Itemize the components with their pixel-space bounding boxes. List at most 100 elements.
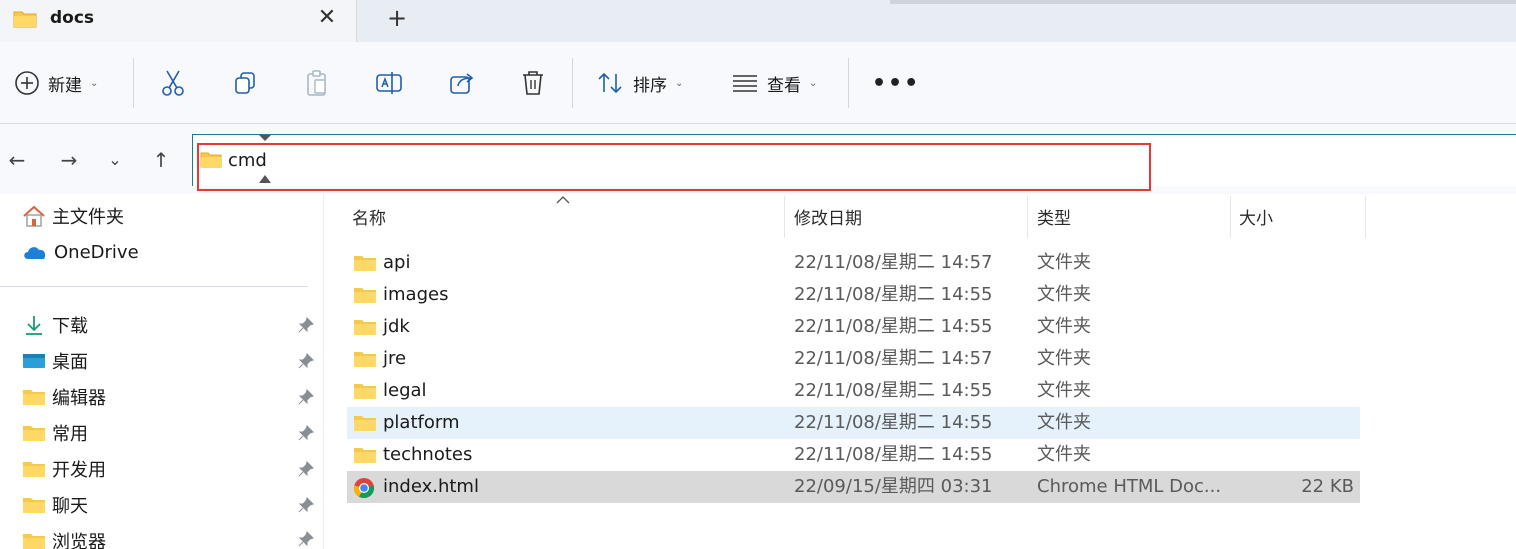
folder-icon — [354, 320, 376, 335]
new-button[interactable]: 新建 ⌄ — [14, 42, 98, 124]
sidebar-item-label: 编辑器 — [52, 388, 106, 409]
command-bar: 新建 ⌄ 排序 ⌄ 查看 ⌄ ••• — [0, 42, 1516, 124]
copy-button[interactable] — [232, 42, 258, 124]
column-header-name[interactable]: 名称 — [352, 194, 386, 238]
file-name: technotes — [383, 444, 473, 465]
up-arrow-icon[interactable]: ↑ — [149, 148, 173, 172]
share-icon — [450, 73, 474, 94]
more-icon: ••• — [872, 70, 921, 96]
sort-button[interactable]: 排序 ⌄ — [597, 42, 683, 124]
file-name: index.html — [383, 476, 479, 497]
tab-docs[interactable]: docs ✕ — [0, 0, 357, 42]
sidebar-item-label: 聊天 — [52, 496, 88, 517]
sidebar-item-editors[interactable]: 编辑器 — [22, 382, 106, 412]
share-button[interactable] — [448, 42, 476, 124]
column-divider[interactable] — [1027, 196, 1028, 238]
sort-icon — [598, 72, 622, 94]
file-row[interactable]: index.html 22/09/15/星期四 03:31 Chrome HTM… — [347, 471, 1360, 503]
text-cursor-top-icon — [259, 135, 271, 141]
navigation-pane: 主文件夹 OneDrive 下载 桌面 编辑器 常用 开发用 聊天 浏览器 — [0, 194, 323, 549]
rename-icon — [376, 72, 402, 94]
sort-label: 排序 — [633, 75, 667, 96]
desktop-icon — [23, 354, 45, 368]
file-date: 22/11/08/星期二 14:55 — [794, 444, 993, 465]
sidebar-item-label: 浏览器 — [52, 532, 106, 549]
chevron-down-icon: ⌄ — [675, 77, 684, 89]
file-date: 22/11/08/星期二 14:55 — [794, 284, 993, 305]
sidebar-item-common[interactable]: 常用 — [22, 418, 88, 448]
pin-icon[interactable] — [297, 424, 315, 442]
sidebar-item-home[interactable]: 主文件夹 — [22, 201, 124, 231]
column-header-type[interactable]: 类型 — [1037, 194, 1071, 238]
sidebar-item-desktop[interactable]: 桌面 — [22, 346, 88, 376]
chrome-icon — [353, 478, 375, 499]
view-label: 查看 — [767, 75, 801, 96]
file-name: jre — [383, 348, 407, 369]
folder-icon — [354, 256, 376, 271]
sidebar-item-label: 开发用 — [52, 460, 106, 481]
folder-icon — [23, 498, 45, 513]
new-label: 新建 — [48, 75, 82, 96]
file-date: 22/11/08/星期二 14:55 — [794, 412, 993, 433]
sidebar-item-label: 桌面 — [52, 352, 88, 373]
folder-icon — [354, 416, 376, 431]
file-row[interactable]: jre 22/11/08/星期二 14:57 文件夹 — [347, 343, 1360, 375]
sidebar-item-onedrive[interactable]: OneDrive — [22, 237, 139, 267]
list-view-icon — [733, 75, 757, 92]
file-type: 文件夹 — [1037, 412, 1091, 433]
more-options-button[interactable]: ••• — [872, 42, 920, 124]
cut-button[interactable] — [160, 42, 186, 124]
download-icon — [26, 316, 42, 335]
folder-icon — [354, 288, 376, 303]
sidebar-item-downloads[interactable]: 下载 — [22, 310, 88, 340]
tab-strip-edge — [890, 0, 1516, 4]
file-row[interactable]: technotes 22/11/08/星期二 14:55 文件夹 — [347, 439, 1360, 471]
sidebar-item-dev[interactable]: 开发用 — [22, 454, 106, 484]
chevron-down-icon: ⌄ — [809, 77, 818, 89]
recent-locations-chevron-icon[interactable]: ⌄ — [103, 150, 127, 169]
column-header-date[interactable]: 修改日期 — [794, 194, 862, 238]
view-button[interactable]: 查看 ⌄ — [731, 42, 817, 124]
file-date: 22/11/08/星期二 14:55 — [794, 316, 993, 337]
sidebar-item-label: 常用 — [52, 424, 88, 445]
file-row[interactable]: legal 22/11/08/星期二 14:55 文件夹 — [347, 375, 1360, 407]
file-date: 22/09/15/星期四 03:31 — [794, 476, 993, 497]
file-type: 文件夹 — [1037, 444, 1091, 465]
back-arrow-icon[interactable]: ← — [5, 148, 29, 172]
file-name: legal — [383, 380, 427, 401]
sidebar-item-label: 主文件夹 — [52, 207, 124, 228]
pin-icon[interactable] — [297, 352, 315, 370]
file-row[interactable]: api 22/11/08/星期二 14:57 文件夹 — [347, 247, 1360, 279]
toolbar-divider — [572, 58, 573, 108]
close-tab-icon[interactable]: ✕ — [316, 5, 338, 33]
sidebar-item-chat[interactable]: 聊天 — [22, 490, 88, 520]
column-divider[interactable] — [784, 196, 785, 238]
file-type: 文件夹 — [1037, 348, 1091, 369]
file-row[interactable]: images 22/11/08/星期二 14:55 文件夹 — [347, 279, 1360, 311]
pin-icon[interactable] — [297, 388, 315, 406]
highlight-box — [197, 143, 1151, 191]
column-divider[interactable] — [1365, 196, 1366, 238]
pin-icon[interactable] — [297, 530, 315, 548]
column-divider[interactable] — [1230, 196, 1231, 238]
file-name: jdk — [383, 316, 410, 337]
forward-arrow-icon[interactable]: → — [57, 148, 81, 172]
sidebar-item-label: OneDrive — [54, 241, 139, 263]
column-header-size[interactable]: 大小 — [1239, 194, 1273, 238]
file-row[interactable]: jdk 22/11/08/星期二 14:55 文件夹 — [347, 311, 1360, 343]
home-icon — [23, 205, 45, 227]
new-tab-button[interactable]: + — [386, 4, 408, 32]
file-name: api — [383, 252, 411, 273]
pin-icon[interactable] — [297, 460, 315, 478]
sidebar-item-label: 下载 — [52, 316, 88, 337]
file-row[interactable]: platform 22/11/08/星期二 14:55 文件夹 — [347, 407, 1360, 439]
delete-button[interactable] — [520, 42, 546, 124]
file-date: 22/11/08/星期二 14:55 — [794, 380, 993, 401]
file-type: 文件夹 — [1037, 252, 1091, 273]
paste-button[interactable] — [304, 42, 330, 124]
pin-icon[interactable] — [297, 316, 315, 334]
rename-button[interactable] — [375, 42, 403, 124]
pin-icon[interactable] — [297, 496, 315, 514]
sidebar-item-browser[interactable]: 浏览器 — [22, 526, 106, 549]
folder-icon — [23, 462, 45, 477]
